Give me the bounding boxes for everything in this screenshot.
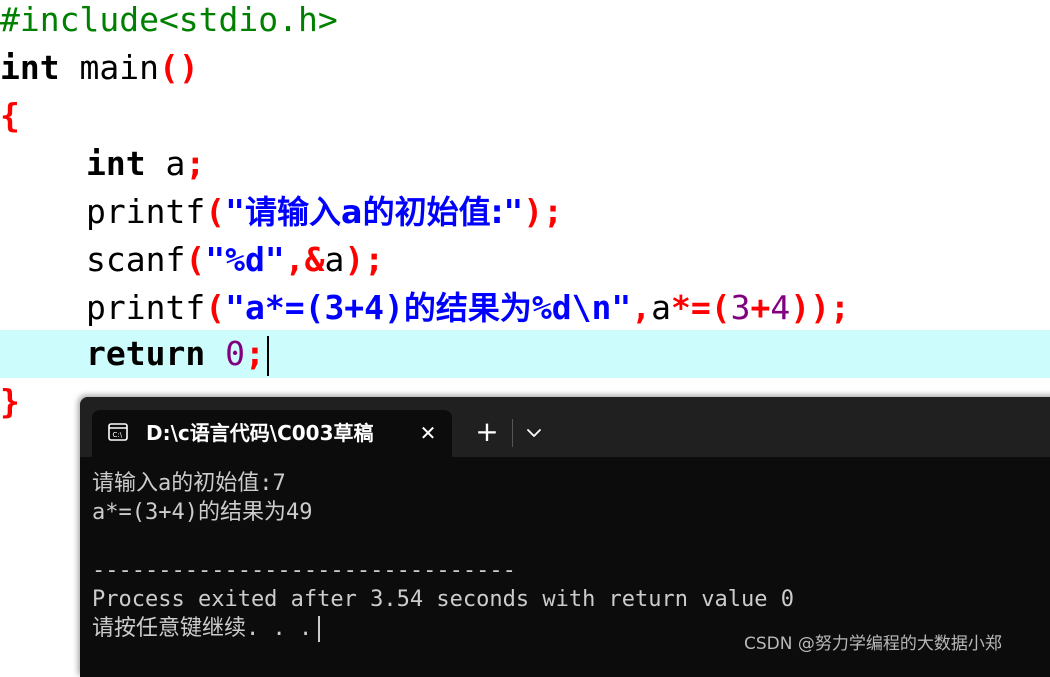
semicolon: ; xyxy=(185,144,206,183)
code-line-3: { xyxy=(0,93,20,139)
number: 4 xyxy=(770,288,791,327)
operator: *=( xyxy=(671,288,731,327)
terminal-cursor xyxy=(318,616,321,642)
keyword-return: return xyxy=(86,334,206,373)
preprocessor-directive: #include<stdio.h> xyxy=(0,0,338,39)
terminal-tab-bar: C:\ D:\c语言代码\C003草稿 ✕ + xyxy=(80,397,1050,457)
close-paren: ); xyxy=(523,192,563,231)
code-line-5: printf("请输入a的初始值:"); xyxy=(0,189,563,235)
tab-separator xyxy=(512,419,513,447)
function-call: scanf xyxy=(86,240,186,279)
terminal-output-line: Process exited after 3.54 seconds with r… xyxy=(92,587,794,612)
open-paren: ( xyxy=(205,192,226,231)
open-paren: ( xyxy=(205,288,226,327)
semicolon: ; xyxy=(244,334,265,373)
terminal-output-line: 请输入a的初始值:7 xyxy=(92,471,286,496)
keyword-int: int xyxy=(0,48,60,87)
console-icon: C:\ xyxy=(108,423,128,441)
chevron-down-icon[interactable] xyxy=(520,419,548,447)
terminal-prompt-text: 请按任意键继续. . . xyxy=(92,616,313,641)
open-brace: { xyxy=(0,96,20,135)
quote: " xyxy=(225,288,245,327)
function-name: main xyxy=(59,48,159,87)
quote: " xyxy=(225,192,245,231)
function-call: printf xyxy=(86,288,206,327)
variable-decl: a xyxy=(145,144,186,183)
terminal-tab[interactable]: C:\ D:\c语言代码\C003草稿 ✕ xyxy=(92,410,452,457)
parens: () xyxy=(158,48,199,87)
code-line-1: #include<stdio.h> xyxy=(0,0,338,43)
code-line-2: int main() xyxy=(0,45,199,91)
comma-address: ,& xyxy=(284,240,325,279)
string-literal: "%d" xyxy=(205,240,285,279)
number: 0 xyxy=(225,334,245,373)
close-brace: } xyxy=(0,382,20,421)
quote: " xyxy=(611,288,632,327)
text-caret xyxy=(266,335,269,376)
close-icon[interactable]: ✕ xyxy=(414,419,442,447)
code-line-7: printf("a*=(3+4)的结果为%d\n",a*=(3+4)); xyxy=(0,285,850,331)
tab-title: D:\c语言代码\C003草稿 xyxy=(146,421,374,445)
code-line-6: scanf("%d",&a); xyxy=(0,237,384,283)
terminal-separator-line: -------------------------------- xyxy=(92,558,516,583)
variable: a xyxy=(651,288,672,327)
number: 3 xyxy=(730,288,751,327)
quote: " xyxy=(503,192,524,231)
code-line-8: return 0; xyxy=(0,331,269,377)
terminal-output-line: a*=(3+4)的结果为49 xyxy=(92,500,313,525)
function-call: printf xyxy=(86,192,206,231)
close-paren: ); xyxy=(344,240,385,279)
watermark: CSDN @努力学编程的大数据小郑 xyxy=(744,634,1002,654)
string-literal: 请输入a的初始值: xyxy=(244,193,504,231)
code-line-9: } xyxy=(0,379,20,425)
close-paren: )); xyxy=(790,288,850,327)
new-tab-button[interactable]: + xyxy=(472,415,502,449)
string-literal: a*=(3+4) xyxy=(244,288,404,327)
format-spec: %d\n xyxy=(531,288,612,327)
variable: a xyxy=(324,240,345,279)
string-literal-cjk: 的结果为 xyxy=(403,289,532,327)
plus: + xyxy=(750,288,771,327)
svg-text:C:\: C:\ xyxy=(113,431,123,439)
open-paren: ( xyxy=(185,240,206,279)
terminal-prompt-line: 请按任意键继续. . . xyxy=(92,614,321,643)
comma: , xyxy=(631,288,652,327)
code-line-4: int a; xyxy=(0,141,205,187)
keyword-int: int xyxy=(86,144,146,183)
